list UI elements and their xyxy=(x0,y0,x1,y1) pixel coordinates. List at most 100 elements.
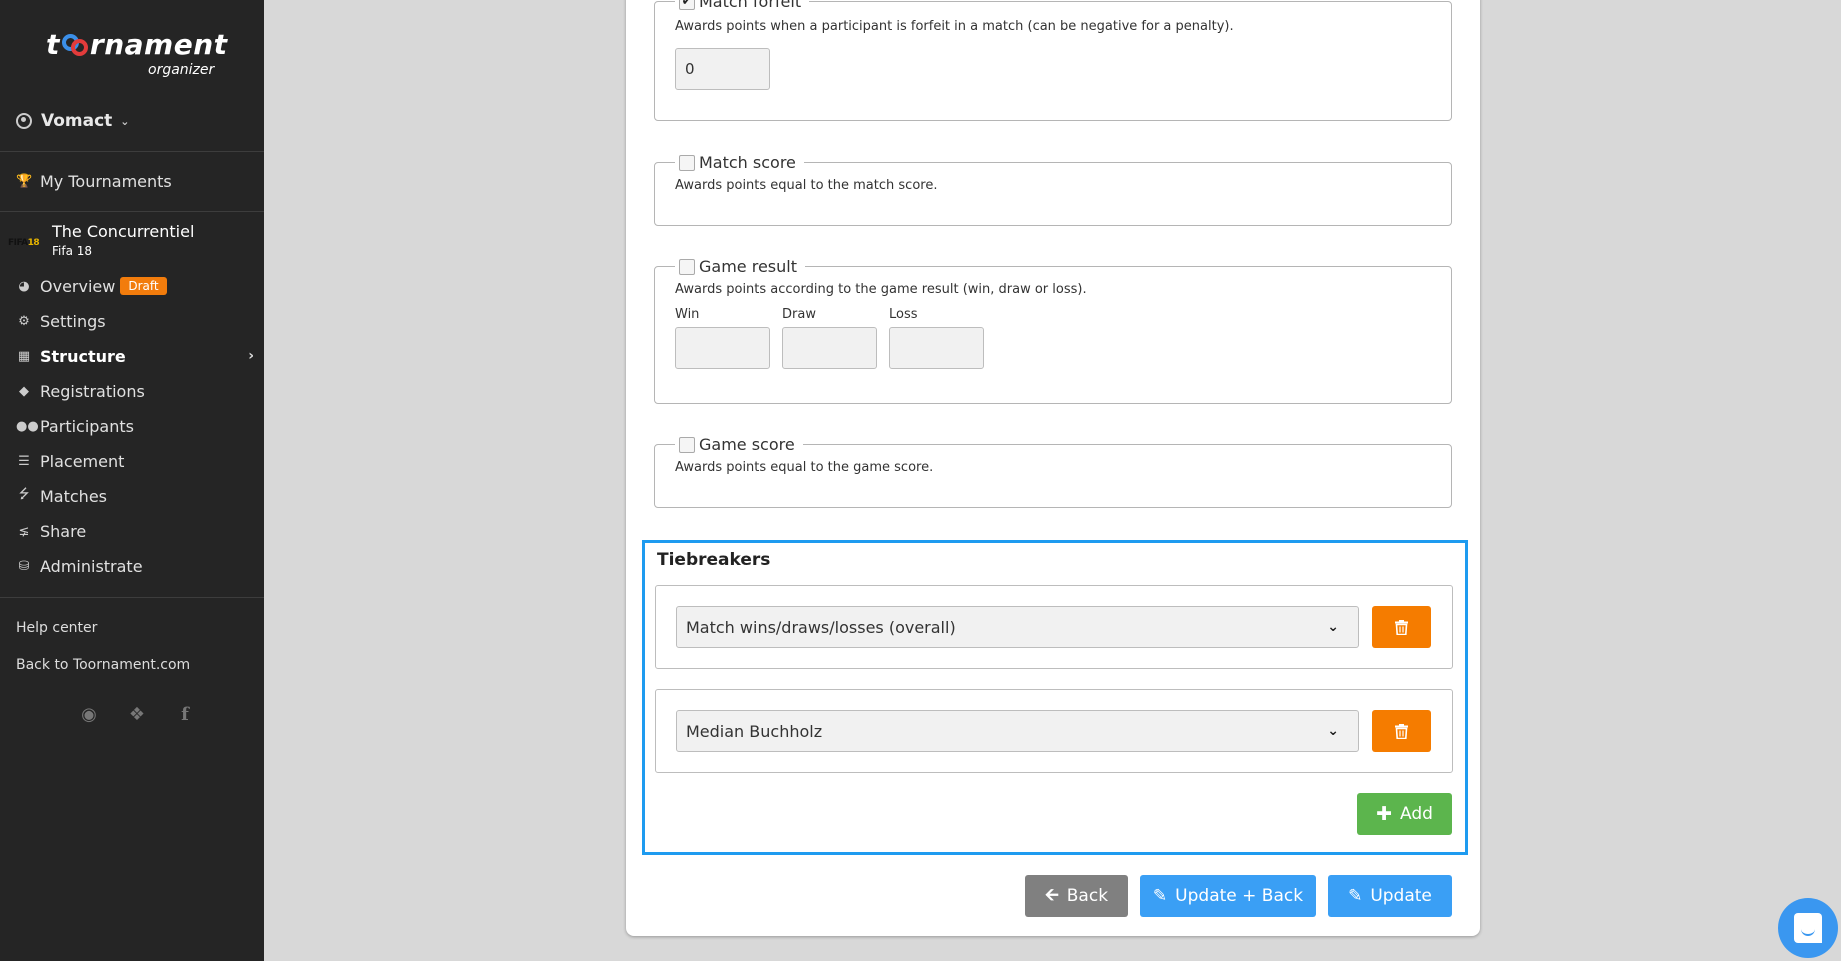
game-result-fields: Win Draw Loss xyxy=(675,307,1431,369)
user-menu[interactable]: Vomact ⌄ xyxy=(16,110,130,132)
loss-field: Loss xyxy=(889,307,984,369)
bolt-icon: ⭍ xyxy=(18,487,30,502)
win-field: Win xyxy=(675,307,770,369)
current-tournament[interactable]: FIFA18 The Concurrentiel Fifa 18 xyxy=(0,220,264,262)
option-label: Match forfeit xyxy=(699,0,802,11)
draw-points-input[interactable] xyxy=(782,327,877,369)
match-forfeit-points-input[interactable] xyxy=(675,48,770,90)
game-result-checkbox[interactable] xyxy=(679,258,695,275)
draw-field: Draw xyxy=(782,307,877,369)
button-label: Add xyxy=(1400,804,1433,824)
button-label: Update xyxy=(1370,886,1432,906)
sidebar-item-administrate[interactable]: ⛁ Administrate xyxy=(16,554,254,578)
tiebreakers-title: Tiebreakers xyxy=(657,550,771,570)
option-description: Awards points according to the game resu… xyxy=(675,282,1087,297)
discord-icon[interactable]: ◉ xyxy=(78,704,100,725)
option-match-forfeit: ✔ Match forfeit Awards points when a par… xyxy=(654,0,1452,121)
trophy-icon: 🏆 xyxy=(16,173,33,189)
share-icon: ⪇ xyxy=(18,523,30,539)
option-label: Game result xyxy=(699,257,797,276)
option-legend: ✔ Match forfeit xyxy=(675,0,809,11)
option-legend: Game result xyxy=(675,257,805,276)
logo-wordmark: t rnament xyxy=(46,28,228,61)
toornament-logo[interactable]: t rnament organizer xyxy=(46,28,228,78)
sidebar-divider xyxy=(0,151,264,152)
sidebar-item-structure[interactable]: ▦ Structure › xyxy=(16,344,254,368)
trash-icon xyxy=(1395,723,1408,739)
chat-launcher-button[interactable] xyxy=(1778,898,1838,958)
tiebreakers-section: Tiebreakers Match wins/draws/losses (ove… xyxy=(642,540,1468,855)
back-to-toornament-link[interactable]: Back to Toornament.com xyxy=(16,657,190,673)
option-description: Awards points when a participant is forf… xyxy=(675,19,1234,34)
trash-icon xyxy=(1395,619,1408,635)
tiebreaker-value: Match wins/draws/losses (overall) xyxy=(686,617,956,637)
sidebar-item-label: Placement xyxy=(40,451,125,471)
option-game-score: Game score Awards points equal to the ga… xyxy=(654,435,1452,508)
tiebreaker-select[interactable]: Match wins/draws/losses (overall) ⌄ xyxy=(676,606,1359,648)
option-match-score: Match score Awards points equal to the m… xyxy=(654,153,1452,226)
chevron-down-icon: ⌄ xyxy=(1327,723,1339,739)
option-description: Awards points equal to the game score. xyxy=(675,460,934,475)
add-tiebreaker-button[interactable]: ✚ Add xyxy=(1357,793,1452,835)
tournament-game: Fifa 18 xyxy=(52,244,93,258)
sidebar-item-settings[interactable]: ⚙ Settings xyxy=(16,309,254,333)
logo-subtitle: organizer xyxy=(148,62,215,78)
delete-tiebreaker-button[interactable] xyxy=(1372,710,1431,752)
sidebar-item-label: Overview xyxy=(40,276,116,296)
tiebreaker-row: Median Buchholz ⌄ xyxy=(655,689,1453,773)
sidebar-divider xyxy=(0,211,264,212)
match-forfeit-checkbox[interactable]: ✔ xyxy=(679,0,695,10)
logo-text-suffix: rnament xyxy=(89,28,228,61)
ordered-list-icon: ☰ xyxy=(18,453,30,469)
sidebar-item-participants[interactable]: ●● Participants xyxy=(16,414,254,438)
option-label: Match score xyxy=(699,153,796,172)
draw-label: Draw xyxy=(782,307,816,322)
ticket-icon: ◆ xyxy=(19,383,29,399)
sidebar-item-registrations[interactable]: ◆ Registrations xyxy=(16,379,254,403)
button-label: Update + Back xyxy=(1175,886,1304,906)
users-icon: ●● xyxy=(16,418,39,434)
back-button[interactable]: 🡨 Back xyxy=(1025,875,1128,917)
sidebar-item-label: Settings xyxy=(40,311,106,331)
twitter-icon[interactable]: ❖ xyxy=(126,704,148,725)
game-score-checkbox[interactable] xyxy=(679,436,695,453)
sidebar-item-matches[interactable]: ⭍ Matches xyxy=(16,484,254,508)
sidebar-item-my-tournaments[interactable]: 🏆 My Tournaments xyxy=(16,169,254,193)
dashboard-icon: ◕ xyxy=(18,278,30,294)
user-circle-icon xyxy=(16,113,32,129)
update-button[interactable]: ✎ Update xyxy=(1328,875,1452,917)
arrow-left-icon: 🡨 xyxy=(1044,884,1059,905)
pencil-icon: ✎ xyxy=(1348,886,1363,906)
option-label: Game score xyxy=(699,435,795,454)
option-description: Awards points equal to the match score. xyxy=(675,178,938,193)
sidebar-item-share[interactable]: ⪇ Share xyxy=(16,519,254,543)
win-label: Win xyxy=(675,307,700,322)
pencil-icon: ✎ xyxy=(1152,886,1168,906)
sidebar-item-overview[interactable]: ◕ Overview Draft xyxy=(16,274,254,298)
status-badge: Draft xyxy=(120,277,167,295)
update-and-back-button[interactable]: ✎ Update + Back xyxy=(1140,875,1316,917)
loss-points-input[interactable] xyxy=(889,327,984,369)
facebook-icon[interactable]: f xyxy=(174,704,196,725)
help-center-link[interactable]: Help center xyxy=(16,620,97,636)
sidebar-item-placement[interactable]: ☰ Placement xyxy=(16,449,254,473)
game-logo: FIFA18 xyxy=(8,238,40,248)
sidebar-item-label: Share xyxy=(40,521,87,541)
sidebar-item-label: Registrations xyxy=(40,381,145,401)
sidebar-divider xyxy=(0,597,264,598)
plus-icon: ✚ xyxy=(1376,803,1392,825)
social-links: ◉ ❖ f xyxy=(78,704,196,725)
match-score-checkbox[interactable] xyxy=(679,154,695,171)
sidebar-item-label: Matches xyxy=(40,486,107,506)
chat-icon xyxy=(1794,913,1822,943)
loss-label: Loss xyxy=(889,307,918,322)
win-points-input[interactable] xyxy=(675,327,770,369)
gears-icon: ⚙ xyxy=(18,313,30,329)
tiebreaker-select[interactable]: Median Buchholz ⌄ xyxy=(676,710,1359,752)
option-legend: Game score xyxy=(675,435,803,454)
logo-rings-icon xyxy=(60,34,90,56)
delete-tiebreaker-button[interactable] xyxy=(1372,606,1431,648)
sidebar-item-label: Administrate xyxy=(40,556,143,576)
chevron-down-icon: ⌄ xyxy=(120,114,130,128)
sidebar-item-label: Structure xyxy=(40,346,126,366)
